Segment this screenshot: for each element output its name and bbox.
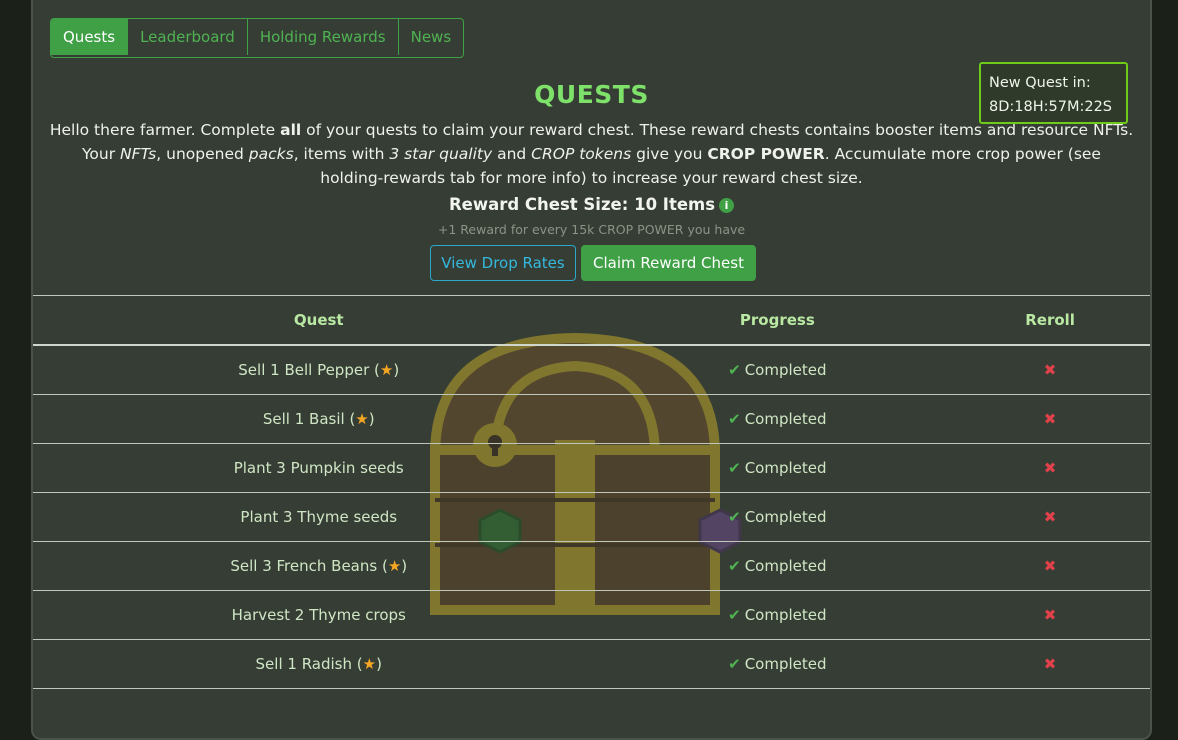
timer-value: 8D:18H:57M:22S [989, 99, 1113, 115]
table-header: Quest Progress Reroll [33, 296, 1150, 346]
check-icon: ✔ [728, 410, 741, 428]
table-row: Plant 3 Pumpkin seeds ✔ Completed ✖ [33, 444, 1150, 493]
new-quest-timer: New Quest in: 8D:18H:57M:22S [979, 62, 1128, 124]
quest-name: Sell 1 Radish (★) [255, 655, 382, 673]
star-icon: ★ [379, 361, 394, 379]
x-icon[interactable]: ✖ [1044, 508, 1057, 526]
reroll-cell: ✖ [950, 606, 1150, 624]
check-icon: ✔ [728, 655, 741, 673]
info-icon[interactable]: i [719, 198, 735, 213]
table-body: Sell 1 Bell Pepper (★) ✔ Completed ✖ Sell 1 … [33, 346, 1150, 689]
quest-progress: ✔ Completed [728, 410, 827, 428]
intro-text: Hello there farmer. Complete all of your… [49, 121, 1134, 187]
x-icon[interactable]: ✖ [1044, 606, 1057, 624]
bonus-text: +1 Reward for every 15k CROP POWER you h… [437, 222, 746, 237]
quest-name: Plant 3 Thyme seeds [240, 508, 398, 526]
check-icon: ✔ [728, 459, 741, 477]
reward-chest-size: Reward Chest Size: 10 Items i [33, 195, 1150, 214]
tab-news[interactable]: News [399, 19, 464, 55]
quests-panel: Quests Leaderboard Holding Rewards News … [31, 0, 1152, 740]
table-row: Harvest 2 Thyme crops ✔ Completed ✖ [33, 591, 1150, 640]
header-reroll: Reroll [1025, 311, 1075, 329]
tab-leaderboard[interactable]: Leaderboard [128, 19, 248, 55]
header-quest: Quest [293, 311, 344, 329]
x-icon[interactable]: ✖ [1044, 655, 1057, 673]
tab-holding-rewards[interactable]: Holding Rewards [248, 19, 399, 55]
reroll-cell: ✖ [950, 557, 1150, 575]
quest-name: Plant 3 Pumpkin seeds [233, 459, 404, 477]
table-row: Sell 1 Radish (★) ✔ Completed ✖ [33, 640, 1150, 689]
table-row: Sell 1 Basil (★) ✔ Completed ✖ [33, 395, 1150, 444]
star-icon: ★ [355, 410, 369, 428]
check-icon: ✔ [728, 606, 741, 624]
quest-progress: ✔ Completed [728, 606, 827, 624]
quest-progress: ✔ Completed [728, 459, 827, 477]
star-icon: ★ [387, 557, 402, 575]
reroll-cell: ✖ [950, 361, 1150, 379]
check-icon: ✔ [728, 361, 741, 379]
reroll-cell: ✖ [950, 410, 1150, 428]
quest-name: Sell 3 French Beans (★) [230, 557, 408, 575]
x-icon[interactable]: ✖ [1044, 410, 1057, 428]
quest-progress: ✔ Completed [728, 508, 827, 526]
table-row: Plant 3 Thyme seeds ✔ Completed ✖ [33, 493, 1150, 542]
tab-bar: Quests Leaderboard Holding Rewards News [50, 18, 465, 58]
timer-label: New Quest in: [989, 75, 1091, 91]
quest-progress: ✔ Completed [728, 361, 827, 379]
quest-name: Sell 1 Bell Pepper (★) [238, 361, 400, 379]
quest-progress: ✔ Completed [728, 655, 827, 673]
quest-name: Sell 1 Basil (★) [262, 410, 375, 428]
reroll-cell: ✖ [950, 508, 1150, 526]
x-icon[interactable]: ✖ [1044, 459, 1057, 477]
x-icon[interactable]: ✖ [1044, 557, 1057, 575]
reroll-cell: ✖ [950, 655, 1150, 673]
claim-reward-chest-button[interactable]: Claim Reward Chest [581, 245, 756, 281]
check-icon: ✔ [728, 508, 741, 526]
table-row: Sell 1 Bell Pepper (★) ✔ Completed ✖ [33, 346, 1150, 395]
header-progress: Progress [739, 311, 815, 329]
check-icon: ✔ [728, 557, 741, 575]
quest-progress: ✔ Completed [728, 557, 827, 575]
quests-table: Quest Progress Reroll Sell 1 Bell Pepper… [33, 295, 1150, 689]
star-icon: ★ [362, 655, 377, 673]
reroll-cell: ✖ [950, 459, 1150, 477]
table-row: Sell 3 French Beans (★) ✔ Completed ✖ [33, 542, 1150, 591]
x-icon[interactable]: ✖ [1044, 361, 1057, 379]
quest-name: Harvest 2 Thyme crops [231, 606, 406, 624]
view-drop-rates-button[interactable]: View Drop Rates [430, 245, 576, 281]
tab-quests[interactable]: Quests [51, 19, 129, 55]
